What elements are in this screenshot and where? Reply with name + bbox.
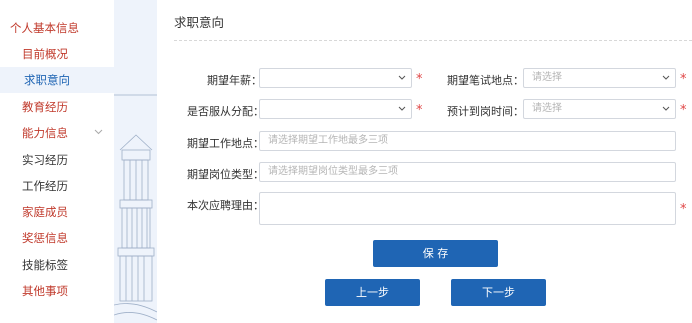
sidebar-item-skills[interactable]: 技能标签 [0,252,114,278]
sidebar-item-work[interactable]: 工作经历 [0,173,114,199]
sidebar-item-other[interactable]: 其他事项 [0,278,114,304]
sidebar-item-label: 奖惩信息 [22,231,68,245]
prev-step-button[interactable]: 上一步 [325,279,420,306]
sidebar-item-current-status[interactable]: 目前概况 [0,41,114,67]
chevron-down-icon [94,120,103,146]
sidebar-item-label: 个人基本信息 [10,21,79,35]
expected-position-type-placeholder: 请选择期望岗位类型最多三项 [268,166,398,177]
save-button[interactable]: 保 存 [373,240,498,267]
page: 个人基本信息 目前概况 求职意向 教育经历 能力信息 实习经历 工作经历 家庭成… [0,0,692,323]
required-mark: * [680,202,687,217]
sidebar-item-family[interactable]: 家庭成员 [0,199,114,225]
application-reason-label: 本次应聘理由： [187,199,264,212]
sidebar-item-job-intention[interactable]: 求职意向 [0,67,114,93]
written-test-location-placeholder: 请选择 [532,72,562,83]
expected-start-time-placeholder: 请选择 [532,103,562,114]
sidebar-item-label: 目前概况 [22,47,68,61]
chevron-down-icon [398,69,406,87]
chevron-down-icon [662,69,670,87]
sidebar-item-education[interactable]: 教育经历 [0,94,114,120]
title-divider [174,40,692,41]
sidebar-item-ability[interactable]: 能力信息 [0,120,114,146]
expected-salary-select[interactable] [259,68,412,88]
expected-position-type-input[interactable]: 请选择期望岗位类型最多三项 [259,162,676,182]
accept-assignment-label: 是否服从分配： [187,105,264,118]
sidebar-item-label: 教育经历 [22,100,68,114]
expected-work-location-input[interactable]: 请选择期望工作地最多三项 [259,131,676,151]
page-title: 求职意向 [174,15,225,30]
expected-start-time-select[interactable]: 请选择 [523,99,676,119]
required-mark: * [416,103,423,118]
chevron-down-icon [662,100,670,118]
sidebar: 个人基本信息 目前概况 求职意向 教育经历 能力信息 实习经历 工作经历 家庭成… [0,0,114,323]
expected-position-type-label: 期望岗位类型： [187,168,264,181]
sidebar-item-label: 实习经历 [22,153,68,167]
written-test-location-label: 期望笔试地点： [447,74,524,87]
sidebar-item-label: 技能标签 [22,258,68,272]
expected-start-time-label: 预计到岗时间： [447,105,524,118]
application-reason-textarea[interactable] [259,192,676,225]
sidebar-item-label: 能力信息 [22,126,68,140]
sidebar-item-label: 工作经历 [22,179,68,193]
sidebar-item-internship[interactable]: 实习经历 [0,147,114,173]
decorative-building-illustration [114,0,157,323]
accept-assignment-select[interactable] [259,99,412,119]
required-mark: * [680,72,687,87]
sidebar-item-label: 家庭成员 [22,205,68,219]
written-test-location-select[interactable]: 请选择 [523,68,676,88]
sidebar-item-awards[interactable]: 奖惩信息 [0,225,114,251]
expected-work-location-label: 期望工作地点： [187,137,264,150]
sidebar-item-label: 其他事项 [22,284,68,298]
expected-work-location-placeholder: 请选择期望工作地最多三项 [268,135,388,146]
sidebar-item-basic-info[interactable]: 个人基本信息 [0,15,114,41]
chevron-down-icon [398,100,406,118]
sidebar-item-label: 求职意向 [24,73,70,87]
expected-salary-label: 期望年薪： [207,74,262,87]
main-content: 求职意向 期望年薪： * 期望笔试地点： 请选择 * 是否服从分配： * 预计到… [157,0,692,323]
next-step-button[interactable]: 下一步 [451,279,546,306]
required-mark: * [680,103,687,118]
required-mark: * [416,72,423,87]
